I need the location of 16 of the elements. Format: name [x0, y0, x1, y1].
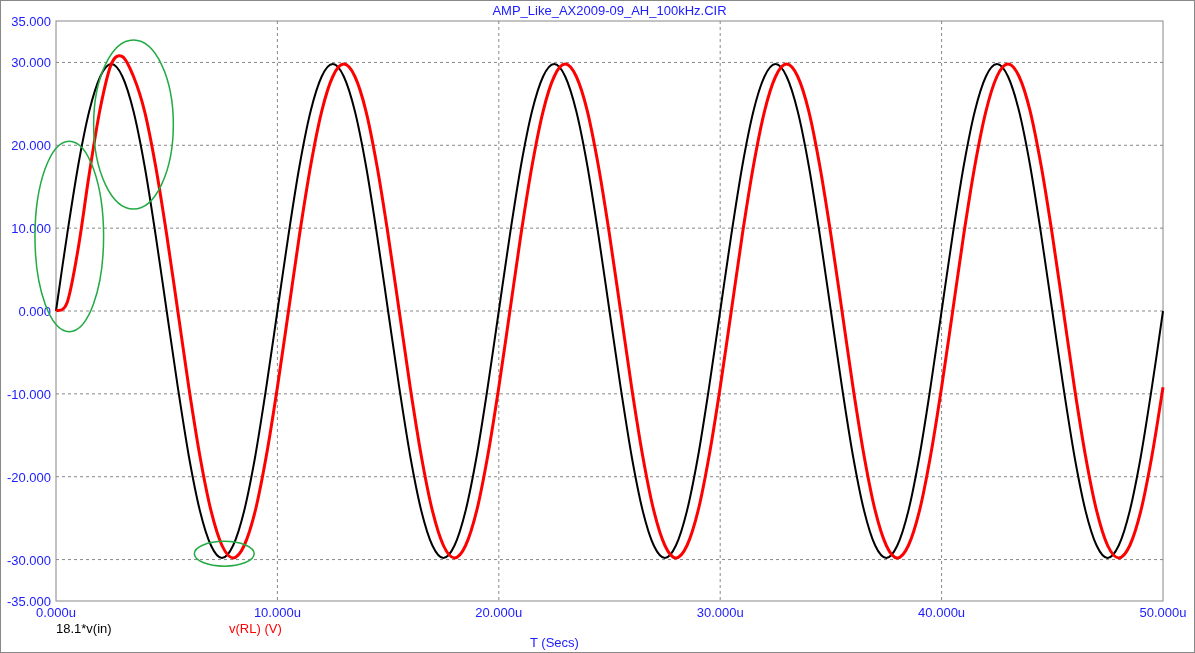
- axis-tick-label: -30.000: [6, 552, 51, 568]
- axis-tick-label: 50.000u: [1139, 605, 1187, 620]
- legend-label: 18.1*v(in): [56, 621, 112, 636]
- axis-tick-label: 40.000u: [918, 605, 966, 620]
- legend-label: v(RL) (V): [229, 621, 282, 636]
- axis-tick-label: -10.000: [6, 386, 51, 402]
- axis-title: T (Secs): [530, 635, 579, 650]
- axis-tick-label: 30.000: [11, 55, 51, 71]
- chart-title: AMP_Like_AX2009-09_AH_100kHz.CIR: [492, 3, 727, 18]
- axis-tick-label: 35.000: [11, 14, 51, 29]
- axis-tick-label: 20.000u: [475, 605, 523, 620]
- axis-tick-label: 30.000u: [696, 605, 744, 620]
- axis-tick-label: -20.000: [6, 469, 51, 485]
- axis-tick-label: 10.000u: [253, 605, 301, 620]
- axis-tick-label: 20.000: [11, 138, 51, 154]
- highlight-ellipse: [193, 540, 255, 567]
